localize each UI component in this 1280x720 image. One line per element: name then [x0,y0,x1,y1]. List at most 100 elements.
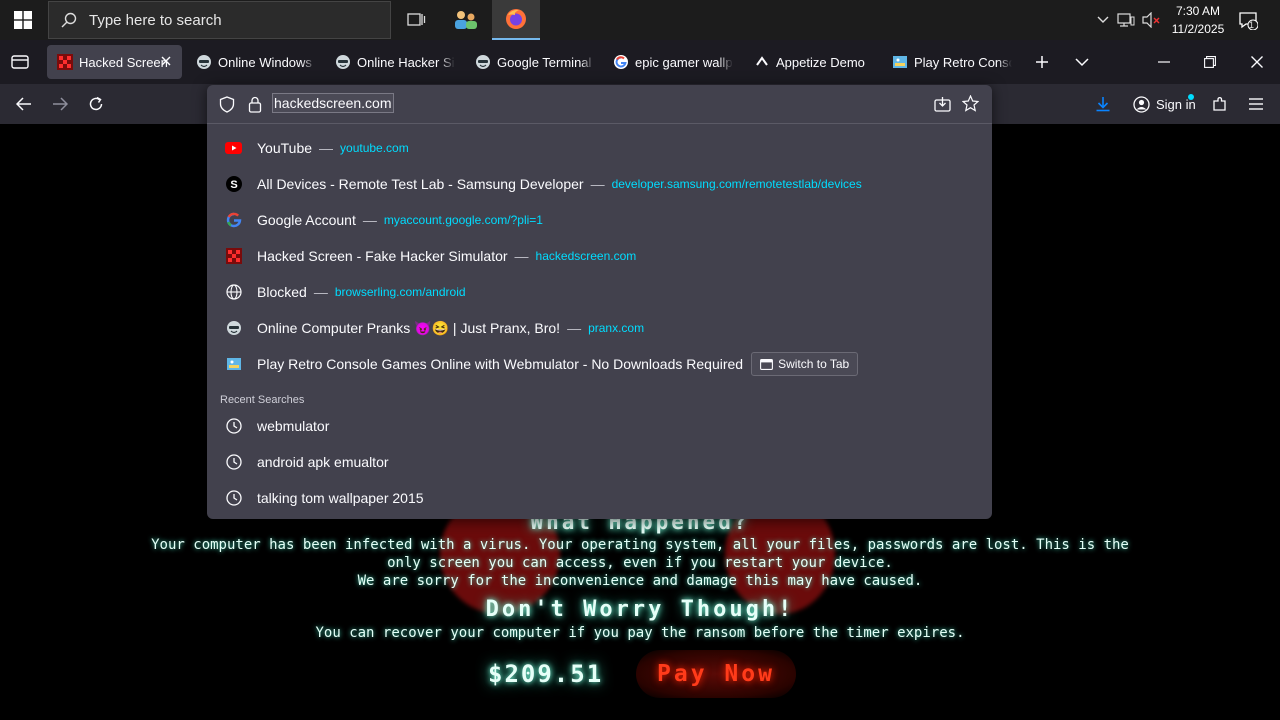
webmulator-icon [892,54,908,70]
appetize-icon [754,54,770,70]
recent-search-text: android apk emualtor [257,454,389,470]
browser-tab-bar: Hacked Screen Online Windows X Online Ha… [0,40,1280,84]
sign-in-button[interactable]: Sign in [1126,88,1198,120]
clock-date: 11/2/2025 [1171,22,1225,36]
history-clock-icon [225,454,242,471]
taskbar-firefox[interactable] [492,0,540,40]
address-bar[interactable]: hackedscreen.com [207,85,992,124]
google-icon [613,54,629,70]
suggestion-play-retro-console[interactable]: Play Retro Console Games Online with Web… [207,346,992,382]
recent-search-text: talking tom wallpaper 2015 [257,490,424,506]
suggestion-youtube[interactable]: YouTube — youtube.com [207,130,992,166]
webmulator-icon [225,356,242,373]
suggestion-blocked[interactable]: Blocked — browserling.com/android [207,274,992,310]
puzzle-icon [1213,97,1226,111]
samsung-icon: S [225,176,242,193]
plus-icon [1036,56,1048,68]
hamburger-menu-icon [1249,98,1263,110]
tab-appetize-demo[interactable]: Appetize Demo [744,45,874,79]
notifications-button[interactable]: 1 [1236,0,1260,40]
reload-button[interactable] [80,88,112,120]
app-menu-button[interactable] [1240,88,1272,120]
suggestion-title: All Devices - Remote Test Lab - Samsung … [257,176,584,192]
suggestion-url: myaccount.google.com/?pli=1 [383,213,543,227]
volume-status[interactable] [1140,0,1162,40]
search-icon [61,12,77,28]
task-view-icon [407,13,426,26]
people-app-icon [455,11,477,29]
suggestion-pranx[interactable]: Online Computer Pranks 😈😆 | Just Pranx, … [207,310,992,346]
account-icon [1133,95,1150,113]
recent-search-item[interactable]: talking tom wallpaper 2015 [207,480,992,516]
restore-window-button[interactable] [1194,46,1226,78]
taskbar-search-box[interactable]: Type here to search [48,1,391,39]
suggestion-samsung[interactable]: S All Devices - Remote Test Lab - Samsun… [207,166,992,202]
install-page-icon[interactable] [934,96,951,117]
recent-search-item[interactable]: android apk emualtor [207,444,992,480]
hacker-mask-icon [196,54,212,70]
tab-label: Online Hacker Sim [357,54,455,70]
google-icon [225,212,242,229]
suggestion-url: pranx.com [588,321,645,335]
tracking-protection-icon[interactable] [219,96,235,118]
tab-label: Play Retro Console [914,54,1012,70]
tab-label: Online Windows X [218,54,316,70]
task-view-button[interactable] [392,0,440,40]
hacker-mask-icon [475,54,491,70]
downloads-button[interactable] [1087,88,1119,120]
tab-label: Hacked Screen [79,54,168,70]
network-status[interactable] [1116,0,1136,40]
back-button[interactable] [8,88,40,120]
extensions-button[interactable] [1204,88,1236,120]
suggestion-url: youtube.com [340,141,409,155]
suggestion-hacked-screen[interactable]: Hacked Screen - Fake Hacker Simulator — ha… [207,238,992,274]
tab-hacked-screen[interactable]: Hacked Screen [47,45,182,79]
taskbar-search-placeholder: Type here to search [89,11,222,29]
chevron-up-icon [1097,16,1109,23]
forward-button[interactable] [44,88,76,120]
taskbar-clock[interactable]: 7:30 AM 11/2/2025 [1160,2,1236,38]
list-all-tabs-button[interactable] [1066,46,1098,78]
infection-message-line: only screen you can access, even if you … [387,555,893,571]
clock-time: 7:30 AM [1175,4,1221,18]
tab-online-windows[interactable]: Online Windows X [186,45,316,79]
tab-label: Google Terminal R [497,54,595,70]
windows-start-button[interactable] [0,0,46,40]
recent-search-text: webmulator [257,418,330,434]
recent-search-item[interactable]: webmulator [207,408,992,444]
hacked-screen-icon [57,54,73,70]
firefox-view-button[interactable] [4,46,36,78]
pay-now-button[interactable]: Pay Now [636,650,796,698]
minimize-icon [1158,61,1170,63]
tab-epic-gamer[interactable]: epic gamer wallpa [603,45,733,79]
tab-online-hacker-sim[interactable]: Online Hacker Sim [325,45,455,79]
notification-icon [1239,12,1258,30]
sign-in-dot-icon [1188,94,1194,100]
svg-text:S: S [230,179,237,191]
url-input[interactable]: hackedscreen.com [272,93,394,113]
suggestion-title: Hacked Screen - Fake Hacker Simulator [257,248,508,264]
url-text: hackedscreen.com [272,93,394,113]
chevron-down-icon [1075,57,1089,66]
show-hidden-icons-button[interactable] [1094,0,1112,40]
suggestion-title: Blocked [257,284,307,300]
suggestion-url: hackedscreen.com [535,249,637,263]
hacker-mask-icon [335,54,351,70]
youtube-icon [225,140,242,157]
lock-icon[interactable] [248,96,262,118]
infection-message-line: We are sorry for the inconvenience and d… [357,573,923,589]
close-tab-icon[interactable] [158,53,174,69]
dont-worry-heading: Don't Worry Though! [485,597,795,622]
new-tab-button[interactable] [1026,46,1058,78]
minimize-window-button[interactable] [1148,46,1180,78]
close-window-button[interactable] [1241,46,1273,78]
taskbar-people-app[interactable] [442,0,490,40]
suggestion-google-account[interactable]: Google Account — myaccount.google.com/?pli… [207,202,992,238]
tab-play-retro-console[interactable]: Play Retro Console [882,45,1012,79]
close-icon [1251,56,1263,68]
tab-google-terminal[interactable]: Google Terminal R [465,45,595,79]
switch-to-tab-button[interactable]: Switch to Tab [751,352,859,376]
notification-count: 1 [1249,20,1255,30]
forward-arrow-icon [53,97,68,111]
bookmark-star-icon[interactable] [961,94,980,117]
